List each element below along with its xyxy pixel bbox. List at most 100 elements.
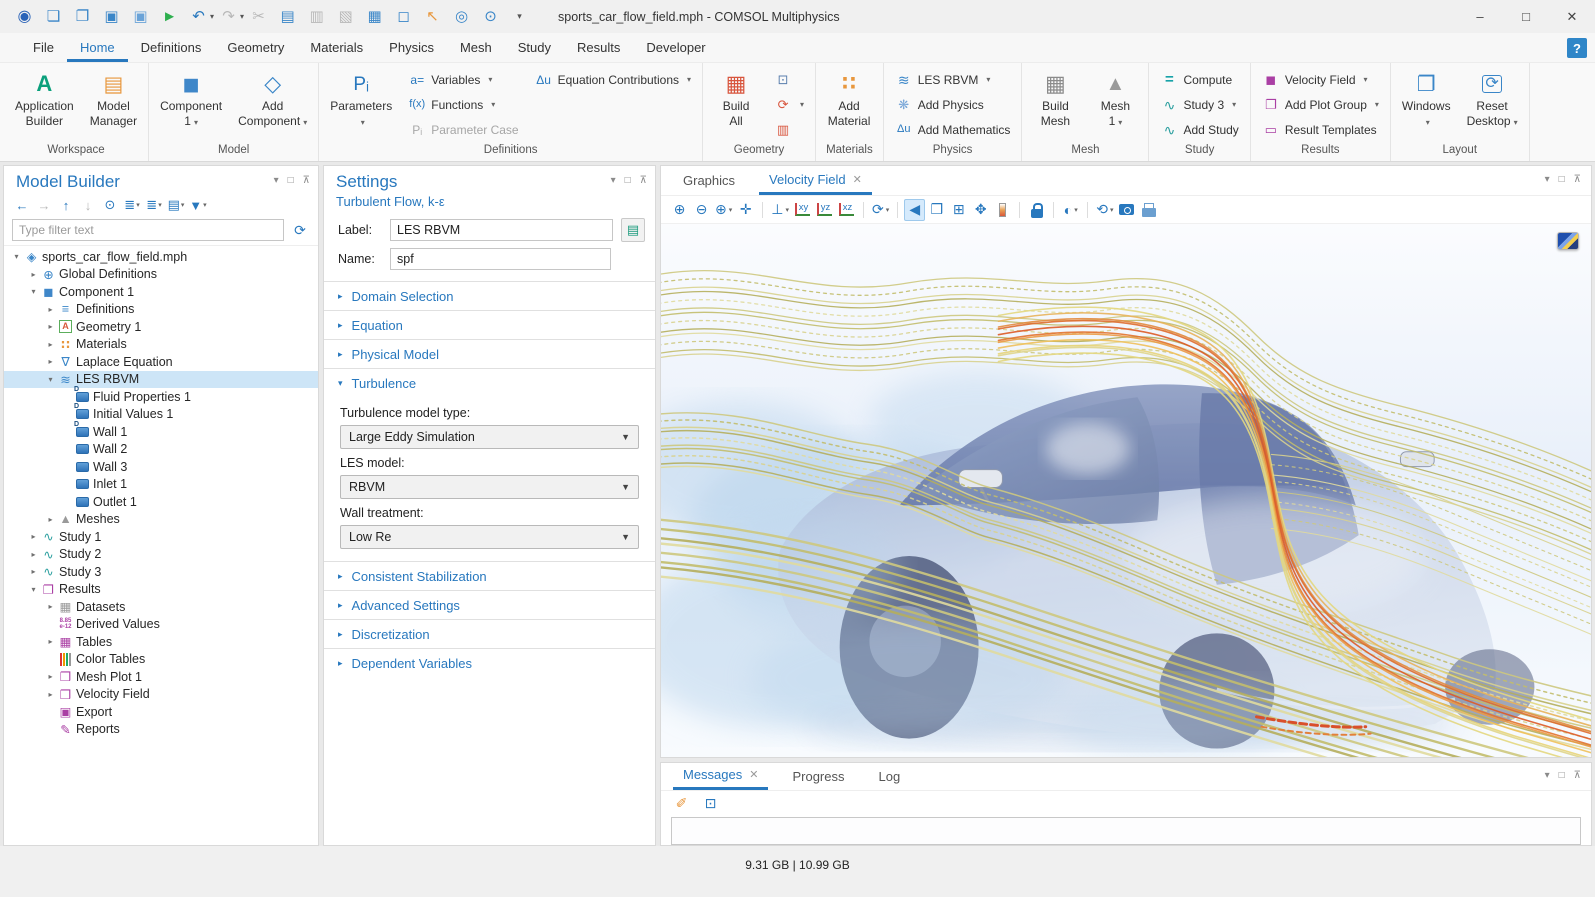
show-button[interactable]: ⊙ [100,195,120,215]
view-xz-button[interactable]: xz [836,199,857,221]
reset-desktop-button[interactable]: ⟳ResetDesktop▾ [1460,65,1525,142]
tree-item-study-2[interactable]: ▸∿Study 2 [4,546,318,564]
tree-item-results[interactable]: ▾❐Results [4,581,318,599]
close-tab-icon[interactable]: ✕ [749,768,758,781]
messages-list[interactable] [671,817,1581,845]
transparency-button[interactable]: ❒ [926,199,947,221]
expand-all-button[interactable]: ≣▾ [122,195,142,215]
rotate-view-button[interactable]: ⟳▾ [870,199,891,221]
tree-item-sports-car-flow-field-mph[interactable]: ▾◈sports_car_flow_field.mph [4,248,318,266]
expand-arrow[interactable]: ▸ [44,690,57,699]
tree-item-geometry-1[interactable]: ▸AGeometry 1 [4,318,318,336]
velocity-field-button[interactable]: ◼Velocity Field▾ [1255,67,1386,92]
pin-panel-icon[interactable]: ⊼ [1574,770,1581,781]
tree-item-outlet-1[interactable]: Outlet 1 [4,493,318,511]
expand-arrow[interactable]: ▾ [27,585,40,594]
tab-velocity-field[interactable]: Velocity Field ✕ [759,166,872,195]
delete-button[interactable]: ▦ [360,4,389,30]
mesh-1-button[interactable]: ▲Mesh1▾ [1086,65,1144,142]
section-turbulence[interactable]: ▾Turbulence [324,368,655,397]
tree-item-global-definitions[interactable]: ▸⊕Global Definitions [4,266,318,284]
tree-item-meshes[interactable]: ▸▲Meshes [4,511,318,529]
tree-item-tables[interactable]: ▸▦Tables [4,633,318,651]
menu-results[interactable]: Results [564,33,633,62]
tree-item-study-1[interactable]: ▸∿Study 1 [4,528,318,546]
find-button[interactable]: ◎ [447,4,476,30]
tree-item-laplace-equation[interactable]: ▸∇Laplace Equation [4,353,318,371]
close-button[interactable]: ✕ [1549,0,1595,33]
tree-item-export[interactable]: ▣Export [4,703,318,721]
result-templates-button[interactable]: ▭Result Templates [1255,117,1386,142]
plot-thumbnail-icon[interactable] [1557,232,1579,250]
tree-item-study-3[interactable]: ▸∿Study 3 [4,563,318,581]
tab-progress[interactable]: Progress [782,763,854,790]
redo-button[interactable]: ↷ [214,4,243,30]
menu-materials[interactable]: Materials [297,33,376,62]
tree-item-wall-1[interactable]: Wall 1 [4,423,318,441]
study-3-button[interactable]: ∿Study 3▾ [1153,92,1245,117]
name-field-input[interactable] [390,248,611,270]
tree-item-les-rbvm[interactable]: ▾≋LES RBVM [4,371,318,389]
variables-button[interactable]: a=Variables▾ [401,67,525,92]
pin-panel-icon[interactable]: ⊼ [1574,174,1581,185]
expand-arrow[interactable]: ▸ [44,672,57,681]
menu-geometry[interactable]: Geometry [214,33,297,62]
expand-arrow[interactable]: ▸ [27,532,40,541]
expand-arrow[interactable]: ▸ [44,322,57,331]
float-panel-icon[interactable]: □ [625,175,631,186]
add-plot-group-button[interactable]: ❐Add Plot Group▾ [1255,92,1386,117]
label-field-input[interactable] [390,219,613,241]
tree-item-materials[interactable]: ▸∷Materials [4,336,318,354]
expand-arrow[interactable]: ▾ [44,375,57,384]
add-mathematics-button[interactable]: ΔuAdd Mathematics [888,117,1018,142]
tree-item-definitions[interactable]: ▸≡Definitions [4,301,318,319]
tree-item-component-1[interactable]: ▾◼Component 1 [4,283,318,301]
paste-button[interactable]: ▥ [302,4,331,30]
open-in-window-button[interactable]: ⊡ [700,792,721,814]
application-builder-button[interactable]: AApplicationBuilder [8,65,81,142]
virtual-operations-button[interactable]: ▥ [767,117,811,142]
show-axis-button[interactable]: ✥ [970,199,991,221]
panel-menu-icon[interactable]: ▾ [1545,174,1550,185]
rebuild-button[interactable]: ⟳▾ [767,92,811,117]
expand-arrow[interactable]: ▸ [44,340,57,349]
tree-item-wall-3[interactable]: Wall 3 [4,458,318,476]
panel-menu-icon[interactable]: ▾ [274,175,279,186]
expand-arrow[interactable]: ▾ [10,252,23,261]
section-discretization[interactable]: ▸Discretization [324,619,655,648]
expand-arrow[interactable]: ▸ [27,270,40,279]
float-panel-icon[interactable]: □ [1559,174,1565,185]
pin-panel-icon[interactable]: ⊼ [640,175,647,186]
expand-arrow[interactable]: ▸ [44,515,57,524]
section-domain-selection[interactable]: ▸Domain Selection [324,281,655,310]
duplicate-button[interactable]: ▧ [331,4,360,30]
tab-log[interactable]: Log [869,763,911,790]
parameters-button[interactable]: PᵢParameters▾ [323,65,399,142]
run-button[interactable]: ► [155,4,184,30]
back-button[interactable]: ← [12,195,32,215]
menu-home[interactable]: Home [67,33,128,62]
save-as-button[interactable]: ▣ [126,4,155,30]
lock-view-button[interactable] [1026,199,1047,221]
compute-button[interactable]: =Compute [1153,67,1245,92]
menu-developer[interactable]: Developer [633,33,718,62]
save-button[interactable]: ▣ [97,4,126,30]
expand-arrow[interactable]: ▸ [44,357,57,366]
menu-file[interactable]: File [20,33,67,62]
tree-item-mesh-plot-1[interactable]: ▸❒Mesh Plot 1 [4,668,318,686]
panel-menu-icon[interactable]: ▾ [1545,770,1550,781]
expand-arrow[interactable]: ▸ [44,637,57,646]
section-equation[interactable]: ▸Equation [324,310,655,339]
scene-light-button[interactable]: ◀ [904,199,925,221]
equation-contributions-button[interactable]: ΔuEquation Contributions▾ [528,67,698,92]
windows-button[interactable]: ❐Windows▾ [1395,65,1458,142]
tree-item-initial-values-1[interactable]: Initial Values 1 [4,406,318,424]
build-all-button[interactable]: ▦BuildAll [707,65,765,142]
clear-messages-button[interactable]: ✐ [671,792,692,814]
find-replace-button[interactable]: ⊙ [476,4,505,30]
component-1-button[interactable]: ◼Component1▾ [153,65,229,142]
float-panel-icon[interactable]: □ [288,175,294,186]
show-grid-button[interactable]: ⊞ [948,199,969,221]
model-tree-nodes-button[interactable]: ▤▾ [166,195,186,215]
les-rbvm-button[interactable]: ≋LES RBVM▾ [888,67,1018,92]
